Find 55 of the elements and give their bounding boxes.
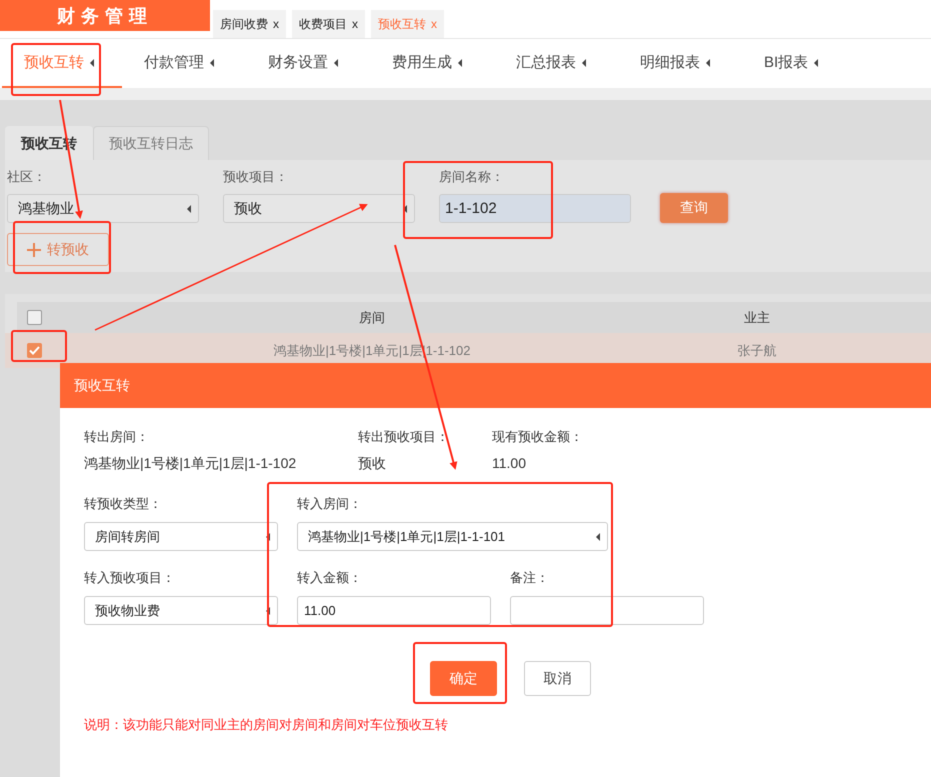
caret-icon bbox=[266, 606, 270, 614]
input-field[interactable]: 1-1-102 bbox=[439, 194, 631, 223]
field-value: 11.00 bbox=[492, 455, 527, 471]
menu-item[interactable]: BI报表 bbox=[742, 39, 866, 88]
table-cell-text: 张子航 bbox=[736, 342, 778, 360]
select-field[interactable]: 房间转房间 bbox=[84, 522, 278, 551]
page-tab[interactable]: 房间收费 x bbox=[213, 10, 286, 38]
field-value: 预收 bbox=[358, 455, 387, 473]
field-label: 社区： bbox=[7, 168, 47, 186]
select-field[interactable]: 预收 bbox=[223, 194, 415, 223]
caret-icon bbox=[582, 58, 586, 66]
field-label: 转入房间： bbox=[297, 495, 363, 513]
caret-icon bbox=[187, 204, 191, 212]
menu-item[interactable]: 费用生成 bbox=[370, 39, 494, 88]
dialog-title: 预收互转 bbox=[60, 363, 931, 408]
caret-icon bbox=[210, 58, 214, 66]
field-label: 转预收类型： bbox=[84, 495, 163, 513]
field-label: 房间名称： bbox=[439, 168, 505, 186]
annotation-box bbox=[11, 330, 67, 362]
column-header: 房间 bbox=[358, 308, 386, 326]
caret-icon bbox=[90, 58, 94, 66]
page-tab[interactable]: 收费项目 x bbox=[292, 10, 365, 38]
caret-icon bbox=[334, 58, 338, 66]
field-label: 现有预收金额： bbox=[492, 428, 583, 446]
close-button[interactable]: x bbox=[273, 17, 279, 31]
caret-icon bbox=[403, 204, 407, 212]
checkbox[interactable] bbox=[27, 310, 42, 325]
field-label: 备注： bbox=[510, 569, 550, 587]
menu-item[interactable]: 财务设置 bbox=[246, 39, 370, 88]
caret-icon bbox=[596, 532, 600, 540]
menu-item[interactable]: 付款管理 bbox=[122, 39, 246, 88]
plus-icon bbox=[27, 242, 41, 256]
field-label: 转出预收项目： bbox=[358, 428, 450, 446]
column-header: 业主 bbox=[743, 308, 771, 326]
select-field[interactable]: 预收物业费 bbox=[84, 596, 278, 625]
field-label: 转入预收项目： bbox=[84, 569, 176, 587]
menu-item[interactable]: 明细报表 bbox=[618, 39, 742, 88]
caret-icon bbox=[814, 58, 818, 66]
note-text: 说明：该功能只能对同业主的房间对房间和房间对车位预收互转 bbox=[84, 716, 449, 734]
select-field[interactable]: 鸿基物业|1号楼|1单元|1层|1-1-101 bbox=[297, 522, 608, 551]
cancel-button[interactable]: 取消 bbox=[524, 661, 591, 696]
field-label: 转出房间： bbox=[84, 428, 150, 446]
select-field[interactable]: 鸿基物业 bbox=[7, 194, 199, 223]
close-button[interactable]: x bbox=[352, 17, 358, 31]
app-title: 财务管理 bbox=[0, 0, 210, 31]
caret-icon bbox=[706, 58, 710, 66]
input-field[interactable] bbox=[510, 596, 704, 625]
checkbox[interactable] bbox=[27, 343, 42, 358]
caret-icon bbox=[266, 532, 270, 540]
menu-item[interactable]: 汇总报表 bbox=[494, 39, 618, 88]
field-label: 预收项目： bbox=[223, 168, 289, 186]
caret-icon bbox=[458, 58, 462, 66]
field-value: 鸿基物业|1号楼|1单元|1层|1-1-102 bbox=[84, 455, 298, 473]
input-field[interactable]: 11.00 bbox=[297, 596, 491, 625]
field-label: 转入金额： bbox=[297, 569, 363, 587]
